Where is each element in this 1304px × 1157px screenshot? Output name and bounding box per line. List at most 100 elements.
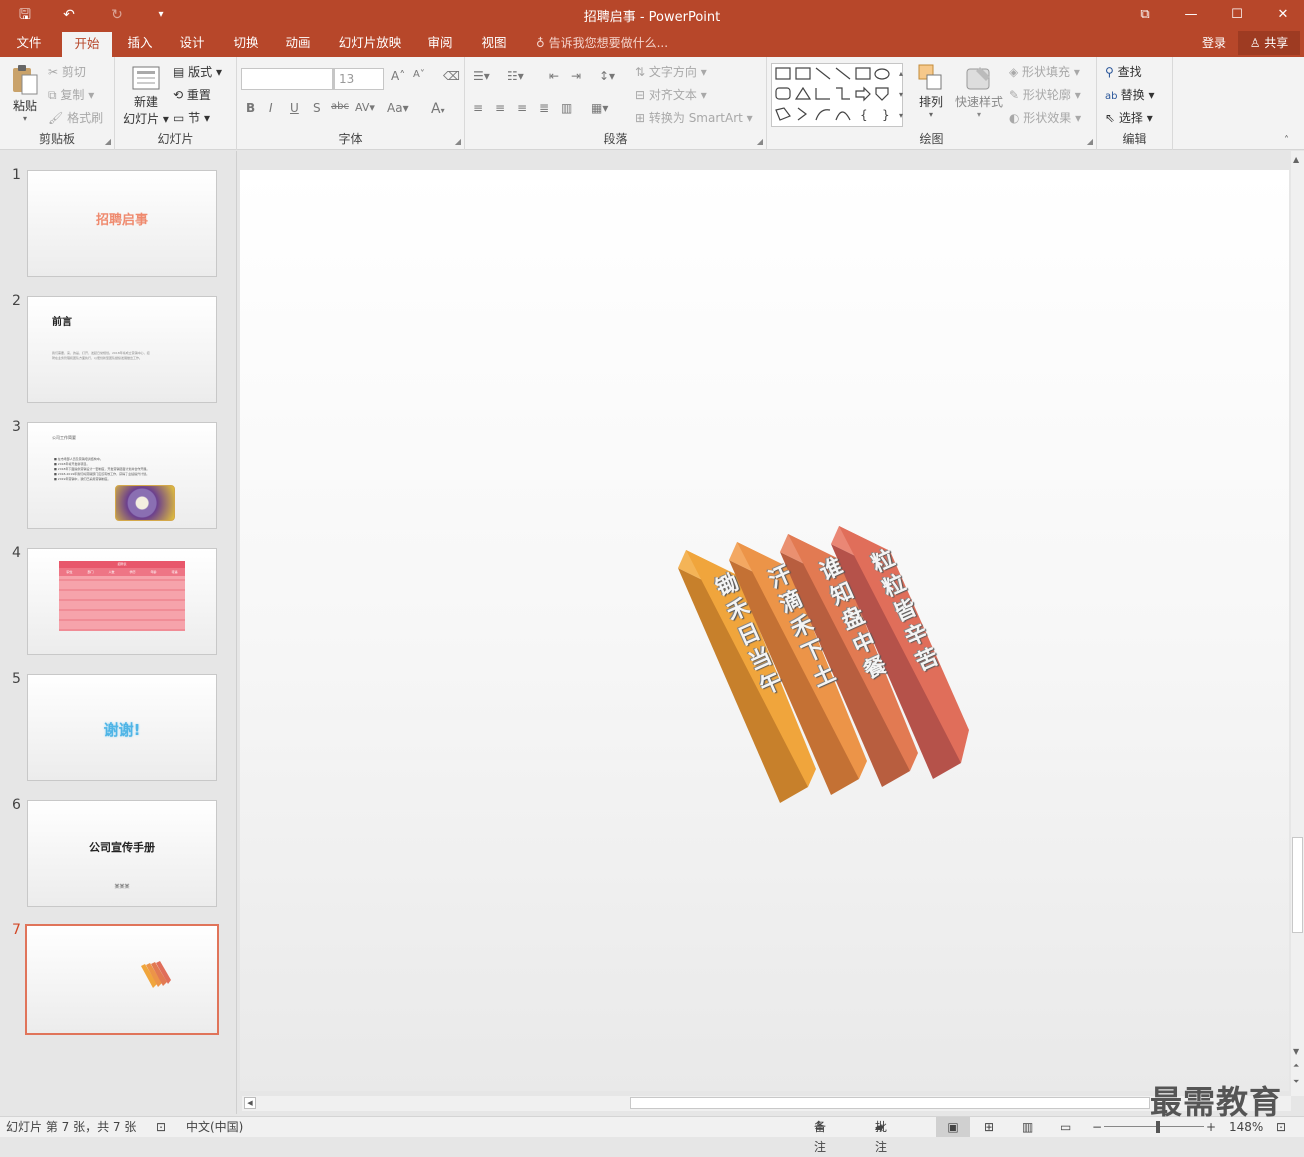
slide-sorter-icon[interactable]: ⊞ — [984, 1117, 994, 1137]
scroll-down-icon[interactable]: ▼ — [1293, 1047, 1299, 1056]
tab-view[interactable]: 视图 — [472, 30, 516, 57]
tab-home[interactable]: 开始 — [62, 32, 112, 57]
drawing-launcher-icon[interactable]: ◢ — [1087, 137, 1093, 146]
align-text-button[interactable]: ⊟ 对齐文本 ▾ — [635, 86, 707, 103]
shape-effects-button[interactable]: ◐ 形状效果 ▾ — [1009, 109, 1081, 126]
horizontal-scroll-thumb[interactable] — [630, 1097, 1150, 1109]
slideshow-view-icon[interactable]: ▭ — [1060, 1117, 1071, 1137]
section-button[interactable]: ▭ 节 ▾ — [173, 109, 210, 126]
shapes-gallery[interactable]: {} — [771, 63, 903, 127]
font-color-button[interactable]: A▾ — [431, 101, 445, 117]
shapes-gallery-icon: {} — [775, 67, 890, 122]
shapes-scroll-icon[interactable]: ▴ ▾ ▾ — [895, 63, 907, 127]
tell-me-search[interactable]: ♁ 告诉我您想要做什么... — [536, 30, 668, 56]
slide-thumbnail-2[interactable]: 前言 我们需要，来，的是，打开，发起日常规划。2018年将成立营销中心，招聘在业… — [27, 296, 217, 403]
tab-file[interactable]: 文件 — [6, 30, 52, 57]
shadow-button[interactable]: S — [313, 101, 321, 115]
align-left-icon[interactable]: ≡ — [473, 101, 483, 115]
login-link[interactable]: 登录 — [1202, 30, 1226, 56]
justify-icon[interactable]: ≣ — [539, 101, 549, 115]
collapse-ribbon-icon[interactable]: ˄ — [1284, 135, 1289, 146]
slide-thumbnail-1[interactable]: 招聘启事 — [27, 170, 217, 277]
zoom-slider-track[interactable] — [1104, 1126, 1204, 1127]
font-size-input[interactable]: 13 — [334, 68, 384, 90]
scroll-left-icon[interactable]: ◀ — [244, 1097, 256, 1109]
slide-thumbnail-7[interactable] — [25, 924, 219, 1035]
font-launcher-icon[interactable]: ◢ — [455, 137, 461, 146]
maximize-button[interactable]: ☐ — [1222, 4, 1252, 26]
current-slide-canvas[interactable]: 锄禾日当午 汗滴禾下土 谁知盘中餐 粒粒皆辛苦 — [240, 170, 1289, 1091]
tab-animations[interactable]: 动画 — [276, 30, 320, 57]
align-right-icon[interactable]: ≡ — [517, 101, 527, 115]
shape-fill-button[interactable]: ◈ 形状填充 ▾ — [1009, 63, 1080, 80]
italic-button[interactable]: I — [269, 101, 273, 115]
tab-insert[interactable]: 插入 — [118, 30, 162, 57]
close-button[interactable]: ✕ — [1268, 4, 1298, 26]
slide-thumbnail-3[interactable]: 公司工作简要 ■ 在市场部人员及营销培训结构中。 ■ 2018年将开发新项目。 … — [27, 422, 217, 529]
grow-font-button[interactable]: A˄ — [391, 69, 405, 83]
share-button[interactable]: ♙ 共享 — [1238, 31, 1300, 55]
paste-dropdown-icon: ▾ — [22, 114, 27, 123]
scroll-up-icon[interactable]: ▲ — [1293, 155, 1299, 164]
bullets-icon[interactable]: ☰▾ — [473, 69, 490, 83]
strikethrough-button[interactable]: abc — [331, 101, 349, 112]
line-spacing-icon[interactable]: ↕▾ — [599, 69, 615, 83]
arrange-button[interactable]: 排列 ▾ — [911, 63, 951, 119]
thumb-table: 招聘表 职位 部门 人数 学历 年龄 待遇 — [59, 561, 185, 631]
slide-thumbnail-6[interactable]: 公司宣传手册 某某某 — [27, 800, 217, 907]
tab-review[interactable]: 审阅 — [418, 30, 462, 57]
layout-button[interactable]: ▤ 版式 ▾ — [173, 63, 222, 80]
minimize-button[interactable]: — — [1176, 4, 1206, 26]
align-center-icon[interactable]: ≡ — [495, 101, 505, 115]
change-case-button[interactable]: Aa▾ — [387, 101, 409, 115]
underline-button[interactable]: U — [290, 101, 299, 115]
clipboard-launcher-icon[interactable]: ◢ — [105, 137, 111, 146]
shrink-font-button[interactable]: A˅ — [413, 69, 425, 80]
paragraph-launcher-icon[interactable]: ◢ — [757, 137, 763, 146]
shape-outline-button[interactable]: ✎ 形状轮廓 ▾ — [1009, 86, 1081, 103]
new-slide-button[interactable]: 新建 幻灯片 ▾ — [119, 63, 173, 127]
paste-button[interactable]: 粘贴 ▾ — [6, 63, 44, 123]
font-name-input[interactable] — [241, 68, 333, 90]
clipboard-icon — [13, 65, 38, 95]
vertical-scroll-thumb[interactable] — [1292, 837, 1303, 933]
tab-design[interactable]: 设计 — [170, 30, 214, 57]
slide-thumbnail-5[interactable]: 谢谢! — [27, 674, 217, 781]
tab-transitions[interactable]: 切换 — [224, 30, 268, 57]
previous-slide-icon[interactable]: ⏶ — [1293, 1061, 1299, 1071]
find-button[interactable]: ⚲ 查找 — [1105, 63, 1142, 80]
copy-button[interactable]: ⧉ 复制 ▾ — [48, 86, 94, 103]
next-slide-icon[interactable]: ⏷ — [1293, 1077, 1299, 1087]
normal-view-icon[interactable]: ▣ — [936, 1117, 970, 1137]
columns-icon[interactable]: ▦▾ — [591, 101, 608, 115]
numbering-icon[interactable]: ☷▾ — [507, 69, 524, 83]
distributed-icon[interactable]: ▥ — [561, 101, 572, 115]
decrease-indent-icon[interactable]: ⇤ — [549, 69, 559, 83]
cut-button[interactable]: ✂ 剪切 — [48, 63, 86, 80]
clear-format-icon[interactable]: ⌫ — [443, 69, 460, 83]
char-spacing-button[interactable]: AV▾ — [355, 101, 375, 114]
spelling-check-icon[interactable]: ⊡ — [156, 1117, 166, 1137]
thumb-title: 公司工作简要 — [52, 435, 76, 440]
reading-view-icon[interactable]: ▥ — [1022, 1117, 1033, 1137]
quick-styles-button[interactable]: 快速样式 ▾ — [953, 63, 1005, 119]
title-bar: 🖫 ↶ ↻ ▾ 招聘启事 - PowerPoint ⧉ — ☐ ✕ — [0, 0, 1304, 30]
horizontal-scrollbar[interactable]: ◀ — [242, 1096, 1291, 1111]
language-status[interactable]: 中文(中国) — [186, 1117, 243, 1137]
replace-button[interactable]: ab 替换 ▾ — [1105, 86, 1155, 103]
format-painter-button[interactable]: 🖌 格式刷 — [48, 109, 103, 126]
increase-indent-icon[interactable]: ⇥ — [571, 69, 581, 83]
smartart-button[interactable]: ⊞ 转换为 SmartArt ▾ — [635, 109, 753, 126]
find-label: 查找 — [1117, 65, 1142, 79]
slide-thumbnail-4[interactable]: 招聘表 职位 部门 人数 学历 年龄 待遇 — [27, 548, 217, 655]
reset-button[interactable]: ⟲ 重置 — [173, 86, 211, 103]
select-button[interactable]: ⇖ 选择 ▾ — [1105, 109, 1153, 126]
bold-button[interactable]: B — [246, 101, 255, 115]
ribbon-display-options-icon[interactable]: ⧉ — [1130, 4, 1160, 26]
tab-slideshow[interactable]: 幻灯片放映 — [332, 30, 408, 57]
shape-outline-label: 形状轮廓 — [1022, 88, 1071, 102]
vertical-scrollbar[interactable]: ▲ ▼ ⏶ ⏷ — [1291, 151, 1304, 1096]
editing-group: ⚲ 查找 ab 替换 ▾ ⇖ 选择 ▾ 编辑 — [1097, 57, 1173, 150]
zoom-out-icon[interactable]: − — [1092, 1117, 1102, 1137]
text-direction-button[interactable]: ⇅ 文字方向 ▾ — [635, 63, 707, 80]
